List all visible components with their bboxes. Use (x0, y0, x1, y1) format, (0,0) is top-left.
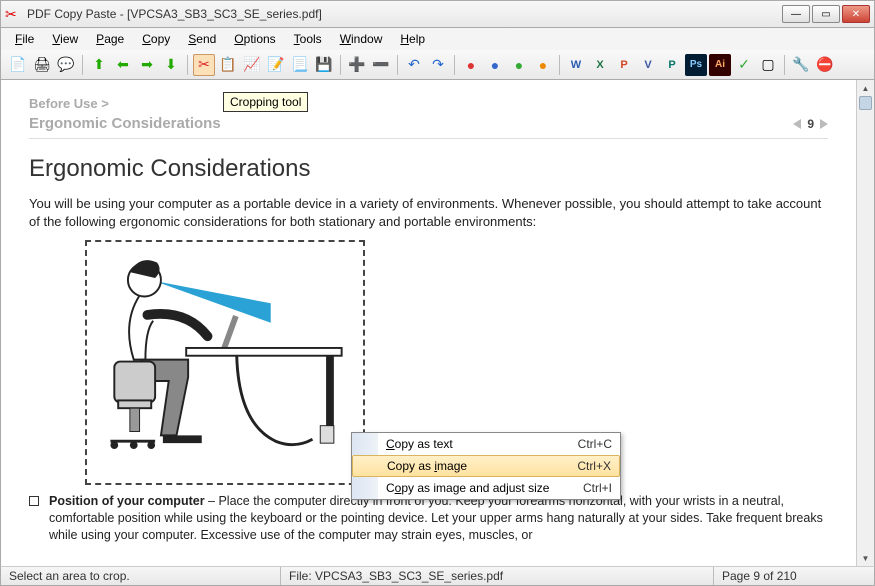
page-number: 9 (807, 117, 814, 131)
status-page: Page 9 of 210 (714, 567, 874, 585)
copy-icon[interactable]: 📋 (217, 54, 239, 76)
page-nav: 9 (793, 117, 828, 131)
menu-page[interactable]: Page (88, 30, 132, 48)
menu-send[interactable]: Send (180, 30, 224, 48)
dot-green-icon[interactable]: ● (508, 54, 530, 76)
dot-blue-icon[interactable]: ● (484, 54, 506, 76)
menu-copy[interactable]: Copy (134, 30, 178, 48)
menu-view[interactable]: View (44, 30, 86, 48)
document-icon[interactable]: 📃 (289, 54, 311, 76)
document-viewport: Before Use > Ergonomic Considerations 9 … (0, 80, 875, 566)
prev-page-icon[interactable] (793, 119, 801, 129)
minus-icon[interactable]: ➖ (370, 54, 392, 76)
next-page-icon[interactable] (820, 119, 828, 129)
minimize-button[interactable]: — (782, 5, 810, 23)
dot-red-icon[interactable]: ● (460, 54, 482, 76)
undo-icon[interactable]: ↶ (403, 54, 425, 76)
window-title: PDF Copy Paste - [VPCSA3_SB3_SC3_SE_seri… (27, 7, 322, 21)
context-copy-as-image-adjust[interactable]: Copy as image and adjust size Ctrl+I (352, 477, 620, 499)
vertical-scrollbar[interactable]: ▲ ▼ (856, 80, 874, 566)
page-heading: Ergonomic Considerations (29, 155, 828, 183)
menu-window[interactable]: Window (332, 30, 391, 48)
excel-icon[interactable]: X (589, 54, 611, 76)
status-hint: Select an area to crop. (1, 567, 281, 585)
menu-options[interactable]: Options (226, 30, 283, 48)
info-icon[interactable]: 💬 (55, 54, 77, 76)
menu-help[interactable]: Help (392, 30, 433, 48)
publisher-icon[interactable]: P (661, 54, 683, 76)
status-file: File: VPCSA3_SB3_SC3_SE_series.pdf (281, 567, 714, 585)
intro-paragraph: You will be using your computer as a por… (29, 195, 828, 230)
open-file-icon[interactable]: 📄 (7, 54, 29, 76)
dot-orange-icon[interactable]: ● (532, 54, 554, 76)
arrow-down-icon[interactable]: ⬇ (160, 54, 182, 76)
tooltip-cropping-tool: Cropping tool (223, 92, 308, 112)
check-icon[interactable]: ✓ (733, 54, 755, 76)
plus-icon[interactable]: ➕ (346, 54, 368, 76)
chart-icon[interactable]: 📈 (241, 54, 263, 76)
checkbox-bullet-icon (29, 496, 39, 506)
visio-icon[interactable]: V (637, 54, 659, 76)
status-bar: Select an area to crop. File: VPCSA3_SB3… (0, 566, 875, 586)
word-icon[interactable]: W (565, 54, 587, 76)
scroll-up-icon[interactable]: ▲ (857, 80, 874, 96)
maximize-button[interactable]: ▭ (812, 5, 840, 23)
app-scissors-icon: ✂ (5, 6, 21, 22)
stop-icon[interactable]: ⛔ (814, 54, 836, 76)
title-bar: ✂ PDF Copy Paste - [VPCSA3_SB3_SC3_SE_se… (0, 0, 875, 28)
illustrator-icon[interactable]: Ai (709, 54, 731, 76)
arrow-up-icon[interactable]: ⬆ (88, 54, 110, 76)
menu-file[interactable]: File (7, 30, 42, 48)
print-icon[interactable]: 🖨 (31, 54, 53, 76)
blank-doc-icon[interactable]: ▢ (757, 54, 779, 76)
crop-tool-icon[interactable]: ✂ (193, 54, 215, 76)
toolbar: 📄 🖨 💬 ⬆ ⬅ ➡ ⬇ ✂ 📋 📈 📝 📃 💾 ➕ ➖ ↶ ↷ ● ● ● … (0, 50, 875, 80)
context-copy-as-text[interactable]: Copy as text Ctrl+C (352, 433, 620, 455)
bullet-item: Position of your computer – Place the co… (29, 493, 828, 544)
menu-bar: File View Page Copy Send Options Tools W… (0, 28, 875, 50)
bullet-title: Position of your computer (49, 494, 205, 508)
ergonomic-illustration (91, 246, 363, 481)
save-icon[interactable]: 💾 (313, 54, 335, 76)
scroll-down-icon[interactable]: ▼ (857, 550, 874, 566)
redo-icon[interactable]: ↷ (427, 54, 449, 76)
scrollbar-thumb[interactable] (859, 96, 872, 110)
wrench-icon[interactable]: 🔧 (790, 54, 812, 76)
arrow-left-icon[interactable]: ⬅ (112, 54, 134, 76)
powerpoint-icon[interactable]: P (613, 54, 635, 76)
breadcrumb: Before Use > (29, 96, 828, 111)
text-icon[interactable]: 📝 (265, 54, 287, 76)
arrow-right-icon[interactable]: ➡ (136, 54, 158, 76)
context-copy-as-image[interactable]: Copy as image Ctrl+X (352, 455, 620, 477)
context-menu: Copy as text Ctrl+C Copy as image Ctrl+X… (351, 432, 621, 500)
close-button[interactable]: ✕ (842, 5, 870, 23)
section-title-small: Ergonomic Considerations (29, 115, 221, 132)
селection-marquee (85, 240, 365, 485)
photoshop-icon[interactable]: Ps (685, 54, 707, 76)
menu-tools[interactable]: Tools (286, 30, 330, 48)
window-controls: — ▭ ✕ (782, 5, 870, 23)
